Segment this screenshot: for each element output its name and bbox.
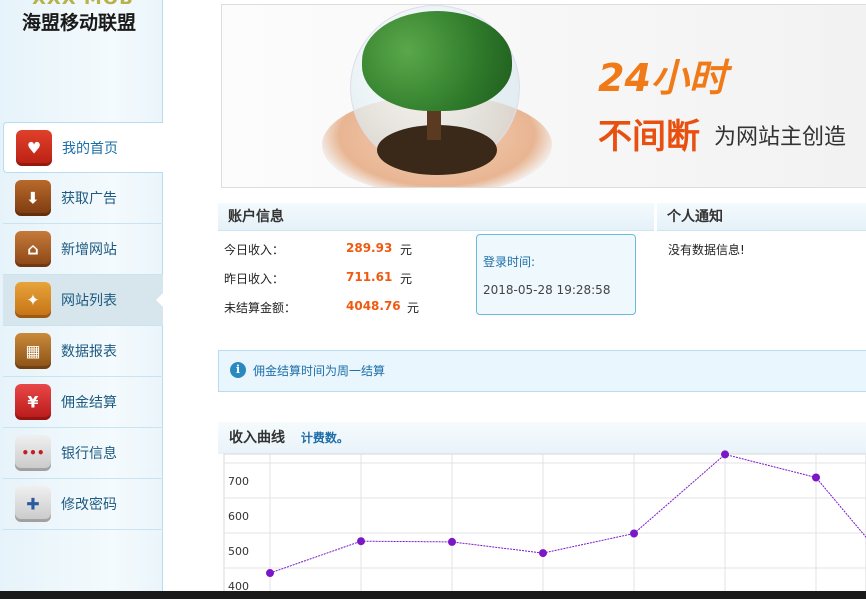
sidebar: XXX MOB 海盟移动联盟 ♥ 我的首页 ⬇ 获取广告 ⌂ 新增网站 ✦ 网站… (0, 0, 164, 599)
nav-label-add-site: 新增网站 (61, 242, 117, 258)
income-chart-panel: 收入曲线 计费数。 400 500 600 700 (218, 422, 866, 599)
yesterday-income-label: 昨日收入： (224, 272, 285, 286)
nav-label-site-list: 网站列表 (61, 293, 117, 309)
plot-area (223, 453, 866, 599)
nav-label-settlement: 佣金结算 (61, 395, 117, 411)
unsettled-value: 4048.76 (346, 299, 401, 313)
yesterday-income-value: 711.61 (346, 270, 393, 284)
data-point (812, 473, 820, 482)
login-time-box: 登录时间: 2018-05-28 19:28:58 (476, 234, 636, 315)
card-icon: ••• (15, 435, 51, 471)
nav-label-password: 修改密码 (61, 497, 117, 513)
house-icon: ⌂ (15, 231, 51, 267)
banner-headline: 24小时 (598, 56, 727, 100)
y-tick-label: 500 (228, 545, 249, 558)
nav-item-password[interactable]: ✚ 修改密码 (3, 479, 163, 530)
today-income-row: 今日收入： 289.93 元 (224, 241, 412, 258)
nav-item-site-list[interactable]: ✦ 网站列表 (3, 275, 164, 326)
nav-item-bank[interactable]: ••• 银行信息 (3, 428, 163, 479)
bottom-bar (0, 591, 866, 599)
yuan-icon: ¥ (15, 384, 51, 420)
banner-line2-rest: 为网站主创造 (714, 125, 847, 150)
notice-empty-text: 没有数据信息! (668, 243, 745, 257)
data-point (357, 537, 365, 546)
yesterday-income-unit: 元 (400, 272, 413, 286)
notice-panel: 个人通知 没有数据信息! (657, 203, 866, 323)
data-point (630, 529, 638, 538)
nav-item-get-ads[interactable]: ⬇ 获取广告 (3, 173, 163, 224)
logo-text: 海盟移动联盟 (22, 12, 137, 34)
today-income-label: 今日收入： (224, 243, 285, 257)
nav-label-get-ads: 获取广告 (61, 191, 117, 207)
gamepad-icon: ✦ (15, 282, 51, 318)
nav-item-home[interactable]: ♥ 我的首页 (3, 122, 163, 173)
calculator-icon: ▦ (15, 333, 51, 369)
nav-item-add-site[interactable]: ⌂ 新增网站 (3, 224, 163, 275)
download-icon: ⬇ (15, 180, 51, 216)
data-point (266, 569, 274, 578)
shield-icon: ✚ (15, 486, 51, 522)
banner-line2: 不间断 (598, 117, 700, 157)
login-time-value: 2018-05-28 19:28:58 (483, 283, 611, 297)
unsettled-label: 未结算金额： (224, 301, 297, 315)
sidebar-nav: ♥ 我的首页 ⬇ 获取广告 ⌂ 新增网站 ✦ 网站列表 ▦ 数据报表 ¥ 佣金结… (3, 122, 164, 530)
notice-title: 个人通知 (657, 203, 866, 231)
data-point (448, 537, 456, 546)
account-title: 账户信息 (218, 203, 654, 231)
settlement-info-bar: i 佣金结算时间为周一结算 (218, 350, 866, 392)
login-time-label: 登录时间: (483, 255, 536, 269)
nav-item-settlement[interactable]: ¥ 佣金结算 (3, 377, 163, 428)
y-tick-label: 700 (228, 475, 249, 488)
banner[interactable]: 24小时 不间断 为网站主创造 (221, 4, 866, 188)
nav-label-home: 我的首页 (62, 140, 118, 157)
data-point (539, 549, 547, 558)
nav-label-reports: 数据报表 (61, 344, 117, 360)
logo: XXX MOB 海盟移动联盟 (22, 0, 162, 44)
tree-image (362, 11, 512, 111)
settlement-info-text: 佣金结算时间为周一结算 (253, 364, 386, 378)
unsettled-row: 未结算金额： 4048.76 元 (224, 299, 419, 316)
account-panel: 账户信息 今日收入： 289.93 元 昨日收入： 711.61 元 未结算金额… (218, 203, 654, 323)
data-point (721, 450, 729, 459)
yesterday-income-row: 昨日收入： 711.61 元 (224, 270, 412, 287)
y-tick-label: 600 (228, 510, 249, 523)
income-chart: 400500600700 (223, 450, 866, 599)
today-income-value: 289.93 (346, 241, 393, 255)
nav-label-bank: 银行信息 (61, 446, 117, 462)
heart-icon: ♥ (16, 129, 52, 166)
today-income-unit: 元 (400, 243, 413, 257)
nav-item-reports[interactable]: ▦ 数据报表 (3, 326, 163, 377)
unsettled-unit: 元 (407, 301, 420, 315)
info-icon: i (230, 362, 246, 378)
